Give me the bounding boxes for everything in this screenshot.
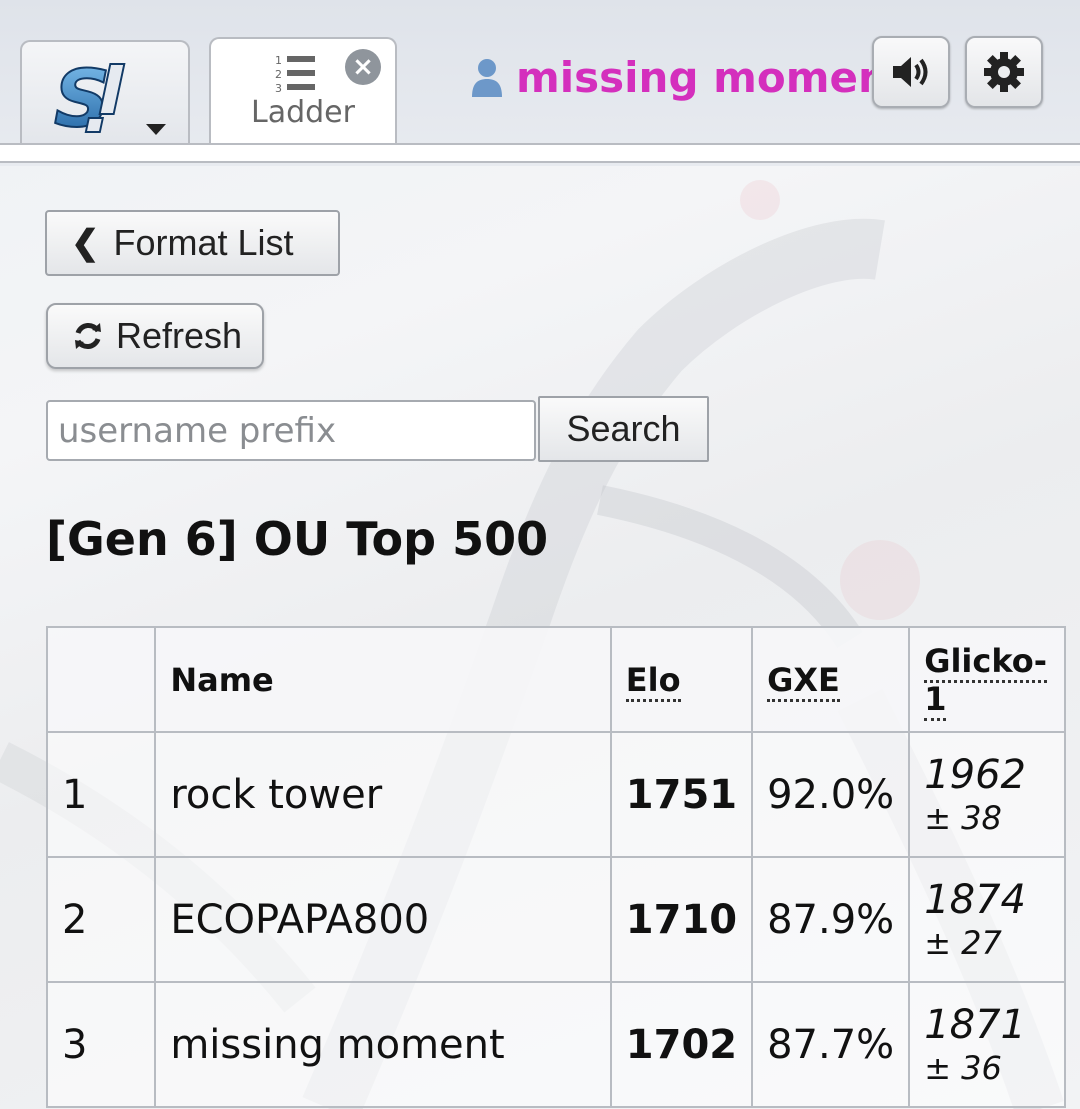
header-bar: S 1 2 3 Ladder × missing moment: [0, 0, 1080, 166]
ladder-table: Name Elo GXE Glicko-1 1 rock tower 1751 …: [45, 626, 1066, 1108]
username: missing moment: [516, 52, 908, 102]
gxe-cell: 87.9%: [751, 856, 911, 983]
name-cell[interactable]: missing moment: [154, 981, 612, 1108]
gxe-cell: 92.0%: [751, 731, 911, 858]
gear-icon: [984, 52, 1024, 92]
rank-cell: 2: [45, 856, 157, 983]
rank-cell: 3: [45, 981, 157, 1108]
glicko-cell: 1874 ± 27: [908, 856, 1066, 983]
tab-bar-divider: [0, 143, 1080, 163]
tab-ladder[interactable]: 1 2 3 Ladder ×: [209, 37, 397, 149]
format-list-label: Format List: [113, 222, 294, 263]
glicko-rating: 1874: [924, 877, 1026, 924]
refresh-icon: [75, 323, 101, 349]
svg-text:2: 2: [275, 68, 282, 81]
gxe-cell: 87.7%: [751, 981, 911, 1108]
table-row: 3 missing moment 1702 87.7% 1871 ± 36: [45, 981, 1066, 1108]
glicko-deviation: ± 36: [924, 1049, 1002, 1088]
table-row: 2 ECOPAPA800 1710 87.9% 1874 ± 27: [45, 856, 1066, 983]
gxe-abbr: GXE: [767, 660, 840, 702]
glicko-rating: 1962: [924, 752, 1026, 799]
ladder-title: [Gen 6] OU Top 500: [46, 512, 549, 566]
svg-text:1: 1: [275, 54, 282, 67]
tab-ladder-label: Ladder: [251, 95, 355, 130]
column-header-gxe: GXE: [751, 626, 911, 733]
format-list-button[interactable]: ❮ Format List: [45, 210, 340, 276]
showdown-logo: S: [53, 56, 126, 138]
elo-cell: 1751: [609, 731, 754, 858]
user-menu[interactable]: missing moment: [470, 52, 908, 102]
glicko-deviation: ± 27: [924, 924, 1002, 963]
username-search-input[interactable]: [46, 400, 536, 461]
column-header-rank: [45, 626, 157, 733]
elo-abbr: Elo: [625, 660, 681, 702]
column-header-elo: Elo: [609, 626, 754, 733]
name-cell[interactable]: ECOPAPA800: [154, 856, 612, 983]
close-icon[interactable]: ×: [345, 49, 381, 85]
glicko-rating: 1871: [924, 1002, 1026, 1049]
main-menu-tab[interactable]: S: [20, 40, 190, 146]
glicko-deviation: ± 38: [924, 799, 1002, 838]
glicko-abbr: Glicko-1: [924, 641, 1048, 721]
table-row: 1 rock tower 1751 92.0% 1962 ± 38: [45, 731, 1066, 858]
glicko-cell: 1962 ± 38: [908, 731, 1066, 858]
ordered-list-icon: 1 2 3: [275, 54, 315, 95]
rank-cell: 1: [45, 731, 157, 858]
user-icon: [472, 59, 502, 97]
column-header-glicko: Glicko-1: [908, 626, 1066, 733]
volume-icon: [893, 57, 928, 87]
column-header-name: Name: [154, 626, 612, 733]
elo-cell: 1702: [609, 981, 754, 1108]
table-header-row: Name Elo GXE Glicko-1: [45, 626, 1066, 733]
chevron-left-icon: ❮: [71, 224, 100, 262]
glicko-cell: 1871 ± 36: [908, 981, 1066, 1108]
elo-cell: 1710: [609, 856, 754, 983]
name-cell[interactable]: rock tower: [154, 731, 612, 858]
settings-button[interactable]: [965, 36, 1043, 108]
sound-button[interactable]: [872, 36, 950, 108]
refresh-label: Refresh: [116, 315, 243, 356]
chevron-down-icon[interactable]: [146, 124, 166, 135]
svg-text:3: 3: [275, 82, 282, 95]
search-button[interactable]: Search: [538, 396, 709, 462]
refresh-button[interactable]: Refresh: [46, 303, 264, 369]
